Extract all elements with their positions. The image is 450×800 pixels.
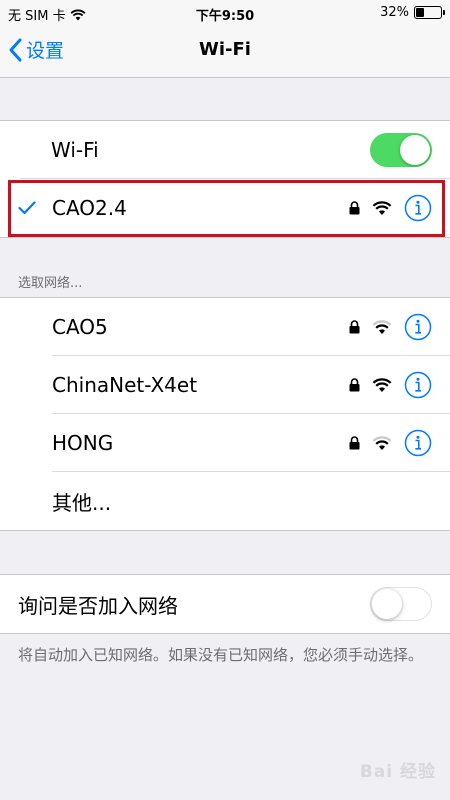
- network-status-icons: [349, 313, 432, 341]
- network-name: ChinaNet-X4et: [52, 373, 198, 397]
- wifi-toggle-label: Wi-Fi: [51, 138, 99, 162]
- ask-to-join-toggle[interactable]: [370, 587, 432, 621]
- lock-icon: [349, 436, 360, 450]
- ask-to-join-group: 询问是否加入网络: [0, 574, 450, 634]
- watermark: Bai 经验: [359, 762, 436, 782]
- network-name: HONG: [52, 431, 114, 455]
- status-bar: 无 SIM 卡 下午9:50 32%: [0, 0, 450, 26]
- network-name: CAO5: [52, 315, 108, 339]
- other-network-row[interactable]: 其他...: [0, 472, 450, 530]
- lock-icon: [349, 378, 360, 392]
- battery-percent: 32%: [380, 5, 409, 20]
- network-status-icons: [349, 371, 432, 399]
- network-status-icons: [349, 429, 432, 457]
- network-row[interactable]: CAO5: [0, 298, 450, 356]
- networks-group: CAO5 ChinaNet-X4et HONG 其他...: [0, 297, 450, 531]
- network-row[interactable]: ChinaNet-X4et: [0, 356, 450, 414]
- info-icon[interactable]: [404, 429, 432, 457]
- other-network-label: 其他...: [52, 490, 112, 515]
- networks-section-header: 选取网络...: [18, 276, 83, 291]
- info-icon[interactable]: [404, 313, 432, 341]
- page-title: Wi-Fi: [199, 39, 251, 60]
- toggle-knob: [400, 135, 430, 165]
- ask-to-join-note: 将自动加入已知网络。如果没有已知网络，您必须手动选择。: [18, 646, 424, 664]
- battery-fill: [416, 8, 425, 17]
- battery-indicator: 32%: [380, 5, 445, 20]
- wifi-toggle[interactable]: [370, 133, 432, 167]
- wifi-signal-icon: [372, 319, 392, 334]
- battery-icon: [414, 6, 445, 19]
- wifi-toggle-row: Wi-Fi: [0, 121, 450, 179]
- lock-icon: [349, 320, 360, 334]
- ask-to-join-label: 询问是否加入网络: [18, 593, 178, 618]
- wifi-signal-icon: [372, 435, 392, 450]
- ask-to-join-row: 询问是否加入网络: [0, 575, 450, 633]
- highlight-box: [8, 180, 445, 237]
- toggle-knob: [372, 589, 402, 619]
- info-icon[interactable]: [404, 371, 432, 399]
- navigation-bar: 设置 Wi-Fi: [0, 26, 450, 78]
- network-row[interactable]: HONG: [0, 414, 450, 472]
- wifi-signal-icon: [372, 377, 392, 392]
